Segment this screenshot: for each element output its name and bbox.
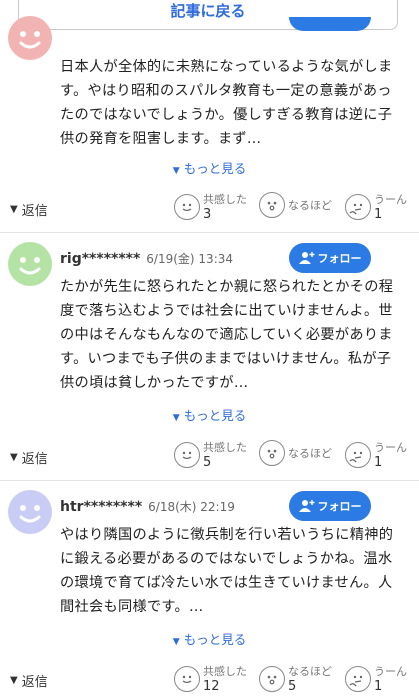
reaction-count: 1: [374, 207, 383, 222]
reaction-empathy-button[interactable]: 共感した 3: [174, 192, 247, 222]
reply-toggle[interactable]: ▼ 返信: [10, 448, 48, 467]
reply-toggle[interactable]: ▼ 返信: [10, 200, 48, 219]
avatar[interactable]: [8, 16, 52, 60]
reaction-label: なるほど: [288, 665, 332, 678]
reaction-hmm-button[interactable]: うーん 1: [345, 664, 407, 694]
reply-label: 返信: [21, 675, 48, 690]
comment-text: 日本人が全体的に未熟になっているような気がします。やはり昭和のスパルタ教育も一定…: [60, 59, 393, 147]
triangle-down-icon: ▼: [10, 675, 18, 686]
reaction-label: 共感した: [203, 441, 247, 454]
reaction-count: 5: [203, 455, 212, 470]
surprised-face-icon: [259, 192, 285, 218]
reaction-label: うーん: [374, 193, 407, 206]
reply-label: 返信: [21, 204, 48, 219]
reaction-label: うーん: [374, 665, 407, 678]
smile-icon: [174, 194, 200, 220]
add-user-icon: [298, 500, 314, 512]
comment-date: 6/18(木) 22:19: [148, 500, 235, 514]
reaction-count: 1: [374, 679, 383, 694]
reaction-hmm-button[interactable]: うーん 1: [345, 192, 407, 222]
follow-button[interactable]: フォロー: [289, 243, 371, 273]
reaction-empathy-button[interactable]: 共感した 5: [174, 440, 247, 470]
reply-label: 返信: [21, 452, 48, 467]
add-user-icon: [298, 252, 314, 264]
triangle-down-icon: ▼: [172, 413, 180, 423]
reaction-insight-button[interactable]: なるほど: [259, 192, 332, 218]
reaction-label: なるほど: [288, 446, 332, 460]
surprised-face-icon: [259, 440, 285, 466]
reply-toggle[interactable]: ▼ 返信: [10, 671, 48, 690]
reaction-insight-button[interactable]: なるほど: [259, 440, 332, 466]
reaction-label: 共感した: [203, 193, 247, 206]
reaction-label: なるほど: [288, 198, 332, 212]
show-more-link[interactable]: ▼ もっと見る: [0, 158, 419, 177]
show-more-link[interactable]: ▼ もっと見る: [0, 629, 419, 648]
surprised-face-icon: [259, 666, 285, 692]
reaction-empathy-button[interactable]: 共感した 12: [174, 664, 247, 694]
reaction-label: うーん: [374, 441, 407, 454]
follow-label: フォロー: [317, 252, 362, 265]
show-more-label: もっと見る: [183, 161, 247, 176]
avatar[interactable]: [8, 242, 52, 286]
reaction-insight-button[interactable]: なるほど 5: [259, 664, 332, 694]
show-more-link[interactable]: ▼ もっと見る: [0, 405, 419, 424]
back-to-article-label: 記事に戻る: [170, 1, 246, 20]
follow-label: フォロー: [317, 500, 362, 513]
triangle-down-icon: ▼: [10, 452, 18, 463]
smile-icon: [174, 442, 200, 468]
follow-button[interactable]: フォロー: [289, 491, 371, 521]
comment-username[interactable]: rig********: [60, 251, 140, 267]
follow-button[interactable]: [289, 17, 371, 31]
triangle-down-icon: ▼: [172, 637, 180, 647]
triangle-down-icon: ▼: [172, 166, 180, 176]
thinking-face-icon: [345, 442, 371, 468]
comment-username[interactable]: htr********: [60, 499, 142, 515]
avatar[interactable]: [8, 490, 52, 534]
smile-icon: [174, 666, 200, 692]
divider: [0, 480, 419, 481]
thinking-face-icon: [345, 666, 371, 692]
show-more-label: もっと見る: [183, 632, 247, 647]
reaction-count: 3: [203, 207, 212, 222]
divider: [0, 232, 419, 233]
thinking-face-icon: [345, 194, 371, 220]
reaction-label: 共感した: [203, 665, 247, 678]
reaction-count: 5: [288, 679, 297, 694]
reaction-count: 1: [374, 455, 383, 470]
triangle-down-icon: ▼: [10, 204, 18, 215]
comment-date: 6/19(金) 13:34: [146, 252, 234, 266]
reaction-count: 12: [203, 679, 220, 694]
comment-text: たかが先生に怒られたとか親に怒られたとかその程度で落ち込むようでは社会に出ていけ…: [60, 279, 394, 391]
reaction-hmm-button[interactable]: うーん 1: [345, 440, 407, 470]
comment-text: やはり隣国のように徴兵制を行い若いうちに精神的に鍛える必要があるのではないでしょ…: [60, 527, 394, 615]
show-more-label: もっと見る: [183, 408, 247, 423]
